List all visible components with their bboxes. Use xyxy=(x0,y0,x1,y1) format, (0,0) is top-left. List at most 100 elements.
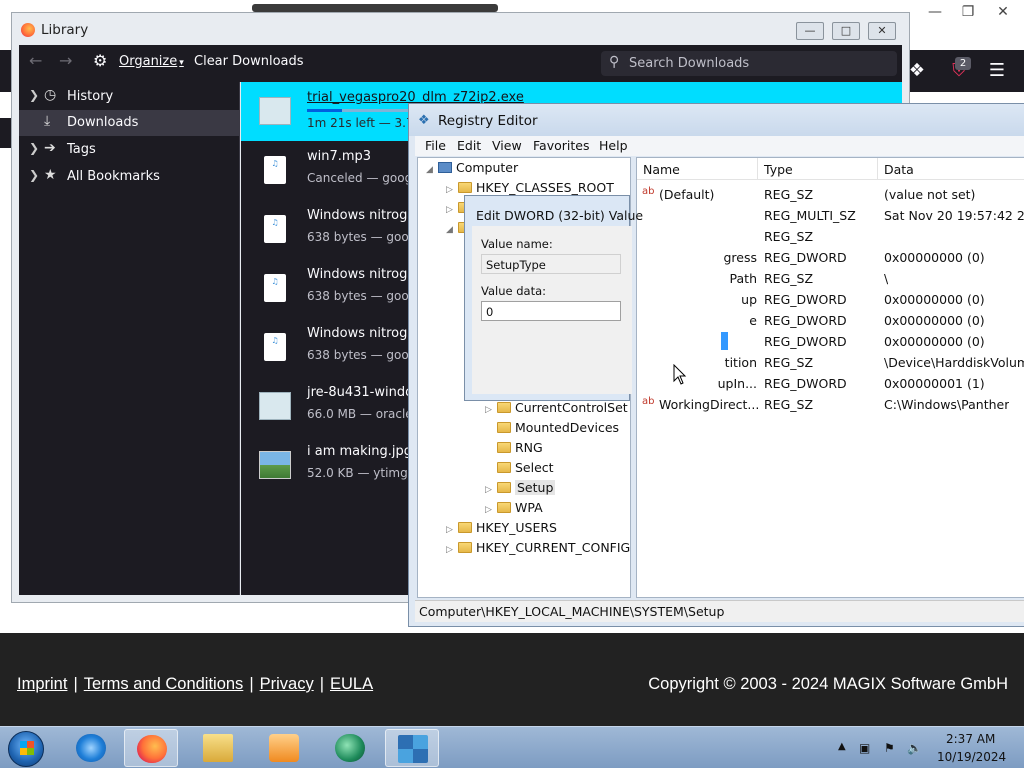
back-arrow-icon[interactable]: ← xyxy=(29,51,42,70)
volume-muted-icon[interactable]: 🔈 xyxy=(907,741,922,755)
column-header-type[interactable]: Type xyxy=(758,158,878,180)
sidebar-item-history[interactable]: ❯ ◷ History xyxy=(19,84,240,110)
menu-edit[interactable]: Edit xyxy=(457,138,481,153)
column-header-name[interactable]: Name xyxy=(637,158,758,180)
expand-triangle-icon[interactable]: ▷ xyxy=(485,485,495,495)
taskbar-ie[interactable] xyxy=(64,729,118,767)
clock-time[interactable]: 2:37 AM xyxy=(946,732,995,746)
expand-triangle-icon[interactable]: ▷ xyxy=(485,505,495,515)
value-data: Sat Nov 20 19:57:42 201 xyxy=(884,208,1024,223)
expand-triangle-icon[interactable]: ▷ xyxy=(446,545,456,555)
taskbar-explorer[interactable] xyxy=(191,729,245,767)
expand-triangle-icon[interactable]: ▷ xyxy=(485,405,495,415)
taskbar-regedit[interactable] xyxy=(385,729,439,767)
value-data: \ xyxy=(884,271,889,286)
value-data-label: Value data: xyxy=(481,284,547,298)
forward-arrow-icon[interactable]: → xyxy=(59,51,72,70)
browser-tab[interactable] xyxy=(252,4,498,12)
network-icon[interactable]: ▣ xyxy=(859,741,870,755)
menu-favorites[interactable]: Favorites xyxy=(533,138,589,153)
menu-file[interactable]: File xyxy=(425,138,446,153)
tree-item-label: HKEY_CURRENT_CONFIG xyxy=(476,540,631,555)
clear-downloads-button[interactable]: Clear Downloads xyxy=(194,54,304,69)
tree-item-label: RNG xyxy=(515,440,543,455)
tree-item-hku[interactable]: ▷ HKEY_USERS xyxy=(446,520,557,540)
organize-button[interactable]: Organize ▾ xyxy=(119,54,184,69)
registry-titlebar[interactable]: ❖ Registry Editor xyxy=(409,104,1024,136)
clock-date[interactable]: 10/19/2024 xyxy=(937,750,1006,764)
column-header-data[interactable]: Data xyxy=(878,158,1024,180)
restore-icon[interactable]: ❐ xyxy=(955,2,981,22)
footer-link-imprint[interactable]: Imprint xyxy=(17,675,67,694)
menu-icon[interactable]: ☰ xyxy=(982,58,1012,84)
action-center-flag-icon[interactable]: ⚑ xyxy=(884,741,895,755)
footer-link-terms[interactable]: Terms and Conditions xyxy=(84,675,244,694)
value-data-input[interactable]: 0 xyxy=(481,301,621,321)
show-hidden-icons-icon[interactable]: ▲ xyxy=(838,741,846,752)
taskbar-app[interactable] xyxy=(323,729,377,767)
mp3-file-icon: ♫ xyxy=(264,156,286,184)
folder-icon xyxy=(497,422,511,433)
tree-item-select[interactable]: Select xyxy=(485,460,554,480)
start-button[interactable] xyxy=(8,731,44,767)
chevron-right-icon[interactable]: ❯ xyxy=(29,88,39,102)
gear-icon[interactable]: ⚙ xyxy=(93,51,107,70)
close-icon[interactable]: ✕ xyxy=(868,22,896,40)
media-player-icon xyxy=(269,734,299,762)
footer-separator: | xyxy=(319,675,324,693)
sidebar-item-tags[interactable]: ❯ ➔ Tags xyxy=(19,137,240,163)
menu-view[interactable]: View xyxy=(492,138,522,153)
tree-item-hkcc[interactable]: ▷ HKEY_CURRENT_CONFIG xyxy=(446,540,630,560)
minimize-icon[interactable]: — xyxy=(922,2,948,22)
windows-logo-icon xyxy=(20,741,34,755)
value-row[interactable]: REG_SZ xyxy=(637,226,1024,247)
value-row-selected[interactable]: REG_DWORD 0x00000000 (0) xyxy=(637,331,1024,352)
value-row[interactable]: REG_MULTI_SZ Sat Nov 20 19:57:42 201 xyxy=(637,205,1024,226)
footer-link-privacy[interactable]: Privacy xyxy=(260,675,314,694)
expand-triangle-icon[interactable]: ◢ xyxy=(426,165,436,175)
tree-item-wpa[interactable]: ▷ WPA xyxy=(485,500,543,520)
expand-triangle-icon[interactable]: ▷ xyxy=(446,205,456,215)
tree-item-currentcontrolset[interactable]: ▷ CurrentControlSet xyxy=(485,400,628,420)
mp3-file-icon: ♫ xyxy=(264,215,286,243)
tree-item-label: MountedDevices xyxy=(515,420,620,435)
sidebar-item-all-bookmarks[interactable]: ❯ ★ All Bookmarks xyxy=(19,164,240,190)
library-titlebar[interactable]: Library — □ ✕ xyxy=(12,13,909,45)
value-row[interactable]: ab (Default) REG_SZ (value not set) xyxy=(637,184,1024,205)
sidebar-item-downloads[interactable]: ⤓ Downloads xyxy=(19,110,240,136)
tree-item-rng[interactable]: RNG xyxy=(485,440,543,460)
chevron-right-icon[interactable]: ❯ xyxy=(29,141,39,155)
registry-title: Registry Editor xyxy=(438,113,538,129)
value-type: REG_SZ xyxy=(764,271,814,286)
taskbar-media-player[interactable] xyxy=(257,729,311,767)
value-data: 0x00000000 (0) xyxy=(884,250,985,265)
tree-item-computer[interactable]: ◢ Computer xyxy=(426,160,518,180)
minimize-icon[interactable]: — xyxy=(796,22,824,40)
chevron-down-icon: ▾ xyxy=(179,58,184,68)
value-row[interactable]: Path REG_SZ \ xyxy=(637,268,1024,289)
tree-item-setup[interactable]: ▷ Setup xyxy=(485,480,556,500)
expand-triangle-icon[interactable]: ▷ xyxy=(446,185,456,195)
tree-item-mounteddevices[interactable]: MountedDevices xyxy=(485,420,619,440)
search-placeholder: Search Downloads xyxy=(629,56,750,71)
value-row[interactable]: ab WorkingDirect... REG_SZ C:\Windows\Pa… xyxy=(637,394,1024,415)
maximize-icon[interactable]: □ xyxy=(832,22,860,40)
taskbar-firefox[interactable] xyxy=(124,729,178,767)
value-row[interactable]: e REG_DWORD 0x00000000 (0) xyxy=(637,310,1024,331)
close-icon[interactable]: ✕ xyxy=(990,2,1016,22)
string-value-icon: ab xyxy=(642,396,655,407)
search-input[interactable]: ⚲ Search Downloads xyxy=(601,51,897,76)
value-row[interactable]: up REG_DWORD 0x00000000 (0) xyxy=(637,289,1024,310)
library-toolbar: ← → ⚙ Organize ▾ Clear Downloads ⚲ Search… xyxy=(19,45,902,82)
value-row[interactable]: tition REG_SZ \Device\HarddiskVolume xyxy=(637,352,1024,373)
menu-help[interactable]: Help xyxy=(599,138,628,153)
value-row[interactable]: gress REG_DWORD 0x00000000 (0) xyxy=(637,247,1024,268)
folder-icon xyxy=(497,402,511,413)
value-data: 0x00000000 (0) xyxy=(884,292,985,307)
chevron-right-icon[interactable]: ❯ xyxy=(29,168,39,182)
internet-explorer-icon xyxy=(76,734,106,762)
footer-link-eula[interactable]: EULA xyxy=(330,675,373,694)
value-row[interactable]: upIn... REG_DWORD 0x00000001 (1) xyxy=(637,373,1024,394)
expand-triangle-icon[interactable]: ◢ xyxy=(446,225,456,235)
expand-triangle-icon[interactable]: ▷ xyxy=(446,525,456,535)
